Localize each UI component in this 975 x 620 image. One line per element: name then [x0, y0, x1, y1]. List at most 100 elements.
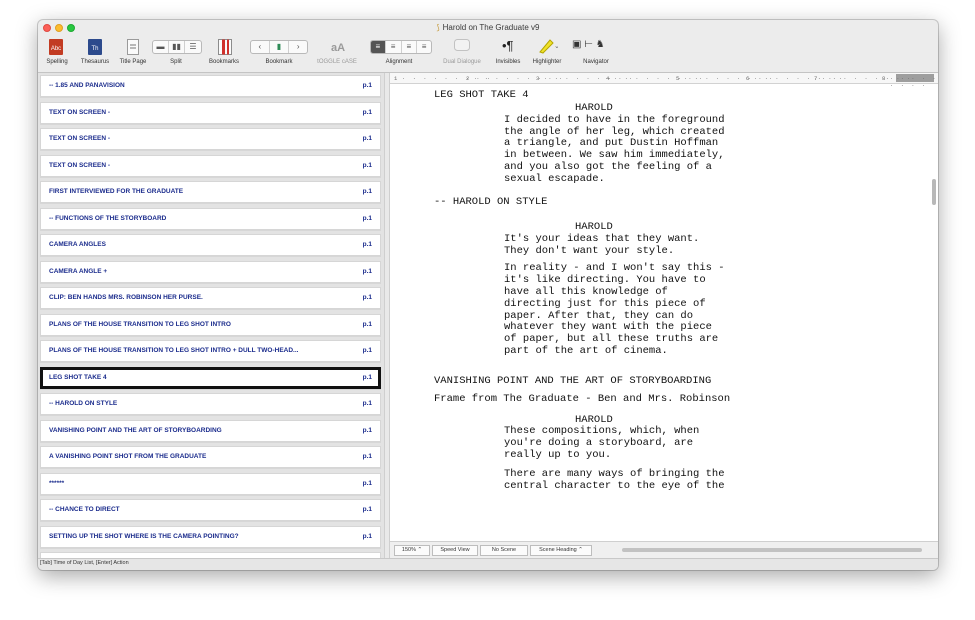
zoom-value: 150%: [401, 547, 416, 553]
split-single-icon[interactable]: ▬: [153, 41, 169, 53]
scene-card-page: p.1: [362, 241, 372, 248]
invisibles-button[interactable]: •¶ Invisibles: [490, 36, 526, 72]
scene-card[interactable]: ****** p.1: [40, 472, 381, 495]
ruler-number: 7: [814, 75, 818, 82]
scene-card-title: -- HAROLD ON STYLE: [49, 400, 118, 407]
scene-card[interactable]: PLANS OF THE HOUSE TRANSITION TO LEG SHO…: [40, 340, 381, 362]
dual-dialogue-button[interactable]: Dual Dialogue: [434, 36, 490, 72]
scene-card-title: ******: [49, 479, 65, 487]
scene-card[interactable]: CAMERA ANGLE + p.1: [40, 260, 381, 283]
align-center-icon[interactable]: ≡: [386, 41, 402, 53]
scene-card-page: p.1: [362, 320, 372, 328]
speed-view-button[interactable]: Speed View: [432, 545, 478, 556]
scene-card-page: p.1: [362, 188, 372, 195]
scene-card-page: p.1: [362, 294, 372, 301]
scene-card[interactable]: -- HAROLD ON STYLE p.1: [40, 393, 381, 415]
scene-card-title: -- 1.85 AND PANAVISION: [49, 82, 125, 89]
svg-text:⌄: ⌄: [554, 43, 558, 50]
toggle-case-icon: aA: [331, 42, 345, 53]
bookmark-control[interactable]: ‹ ▮ › Bookmark: [246, 36, 312, 72]
align-left-icon[interactable]: ≡: [371, 41, 386, 53]
scene-card-title: TEXT ON SCREEN -: [49, 135, 111, 142]
scene-card-page: p.1: [362, 426, 372, 434]
bookmark-flag-icon[interactable]: ▮: [270, 41, 290, 53]
dialogue-line: really up to you.: [504, 448, 612, 461]
scene-card[interactable]: -- CHANCE TO DIRECT p.1: [40, 499, 381, 521]
title-page-button[interactable]: Title Page: [114, 36, 152, 72]
dialogue-line: I decided to have in the foreground: [504, 113, 725, 126]
svg-text:aA: aA: [331, 42, 345, 53]
title-page-label: Title Page: [119, 59, 147, 65]
next-bookmark-icon[interactable]: ›: [289, 41, 307, 53]
align-right-icon[interactable]: ≡: [402, 41, 418, 53]
bookmarks-button[interactable]: Bookmarks: [202, 36, 246, 72]
scene-card[interactable]: VANISHING POINT AND THE ART OF STORYBOAR…: [40, 419, 381, 442]
scene-card-page: p.1: [362, 506, 372, 513]
alignment-control[interactable]: ≡ ≡ ≡ ≡ Alignment: [366, 36, 432, 72]
scene-card[interactable]: SETTING UP THE SHOT WHERE IS THE CAMERA …: [40, 525, 381, 548]
dialogue-line: They don't want your style.: [504, 244, 675, 257]
bookmarks-icon: [218, 39, 232, 55]
spelling-label: Spelling: [46, 59, 68, 65]
split-label: Split: [170, 59, 182, 65]
scene-card-page: p.1: [362, 161, 372, 169]
highlighter-button[interactable]: ⌄ Highlighter: [526, 36, 568, 72]
thesaurus-icon: Th: [88, 39, 102, 55]
zoom-select[interactable]: 150% ⌃: [394, 545, 430, 556]
bookmark-segmented-control[interactable]: ‹ ▮ ›: [250, 40, 308, 54]
scene-card-title: -- CHANCE TO DIRECT: [49, 506, 120, 513]
ruler-number: 4: [606, 75, 610, 82]
script-text-area[interactable]: LEG SHOT TAKE 4 HAROLD I decided to have i…: [390, 83, 930, 541]
thesaurus-label: Thesaurus: [80, 59, 110, 65]
scene-card-page: p.1: [362, 347, 372, 354]
scene-card-page: p.1: [362, 108, 372, 116]
scene-card[interactable]: LEG SHOT TAKE 4 p.1: [40, 366, 381, 389]
dialogue-line: directing just for this piece of: [504, 297, 706, 310]
scene-card[interactable]: CAMERA ANGLES p.1: [40, 234, 381, 256]
script-editor[interactable]: 1 · · · · · · · · · 2 · · · · · · · · · 3 · ·…: [390, 73, 938, 558]
character-name: HAROLD: [575, 101, 613, 114]
align-justify-icon[interactable]: ≡: [417, 41, 431, 53]
dialogue-line: It's your ideas that they want.: [504, 232, 700, 245]
horizontal-scrollbar[interactable]: [622, 548, 922, 552]
dialogue-line: central character to the eye of the: [504, 479, 725, 492]
navigator-button[interactable]: ▣ ⊢ ♞ Navigator: [568, 36, 624, 72]
app-window: ⟆ Harold on The Graduate v9 Abc Spelling …: [38, 20, 938, 570]
scene-card[interactable]: A VANISHING POINT SHOT FROM THE GRADUATE…: [40, 446, 381, 468]
speed-view-label: Speed View: [440, 547, 470, 553]
previous-bookmark-icon[interactable]: ‹: [251, 41, 270, 53]
scene-card[interactable]: TEXT ON SCREEN - p.1: [40, 101, 381, 124]
alignment-label: Alignment: [385, 59, 413, 65]
scene-card[interactable]: TEXT ON SCREEN - p.1: [40, 128, 381, 150]
scene-card[interactable]: TEXT ON SCREEN - p.1: [40, 154, 381, 177]
status-bar: [Tab] Time of Day List, [Enter] Action: [38, 558, 938, 570]
ruler-number: 2: [466, 75, 470, 82]
scene-card[interactable]: -- FUNCTIONS OF THE STORYBOARD p.1: [40, 207, 381, 230]
thesaurus-button[interactable]: Th Thesaurus: [76, 36, 114, 72]
split-segmented-control[interactable]: ▬ ▮▮ ☰: [152, 40, 202, 54]
scene-card[interactable]: CLIP: BEN HANDS MRS. ROBINSON HER PURSE.…: [40, 287, 381, 309]
alignment-segmented-control[interactable]: ≡ ≡ ≡ ≡: [370, 40, 432, 54]
pilcrow-icon: •¶: [502, 38, 514, 53]
scene-card[interactable]: -- 1.85 AND PANAVISION p.1: [40, 75, 381, 97]
status-hint: [Tab] Time of Day List, [Enter] Action: [40, 560, 129, 566]
split-horizontal-icon[interactable]: ☰: [185, 41, 201, 53]
scene-card[interactable]: FIRST INTERVIEWED FOR THE GRADUATE p.1: [40, 181, 381, 203]
split-control[interactable]: ▬ ▮▮ ☰ Split: [150, 36, 202, 72]
svg-text:Th: Th: [91, 46, 98, 52]
split-vertical-icon[interactable]: ▮▮: [169, 41, 185, 53]
scene-card[interactable]: PLANS OF THE HOUSE TRANSITION TO LEG SHO…: [40, 313, 381, 336]
scene-card-page: p.1: [362, 267, 372, 275]
dialogue-line: and you also got the feeling of a: [504, 160, 712, 173]
scene-card-title: A VANISHING POINT SHOT FROM THE GRADUATE: [49, 453, 207, 460]
title-bar: ⟆ Harold on The Graduate v9: [38, 20, 938, 36]
scene-card-title: CLIP: BEN HANDS MRS. ROBINSON HER PURSE.: [49, 294, 203, 301]
vertical-scrollbar[interactable]: [932, 179, 936, 205]
scene-indicator: No Scene: [480, 545, 528, 556]
ruler-number: 6: [746, 75, 750, 82]
scene-card-title: SETTING UP THE SHOT WHERE IS THE CAMERA …: [49, 532, 239, 540]
toggle-case-button[interactable]: aA tOGGLE cASE: [312, 36, 362, 72]
element-type-select[interactable]: Scene Heading ⌃: [530, 545, 592, 556]
ruler-number: 1: [394, 75, 398, 82]
spelling-button[interactable]: Abc Spelling: [40, 36, 74, 72]
